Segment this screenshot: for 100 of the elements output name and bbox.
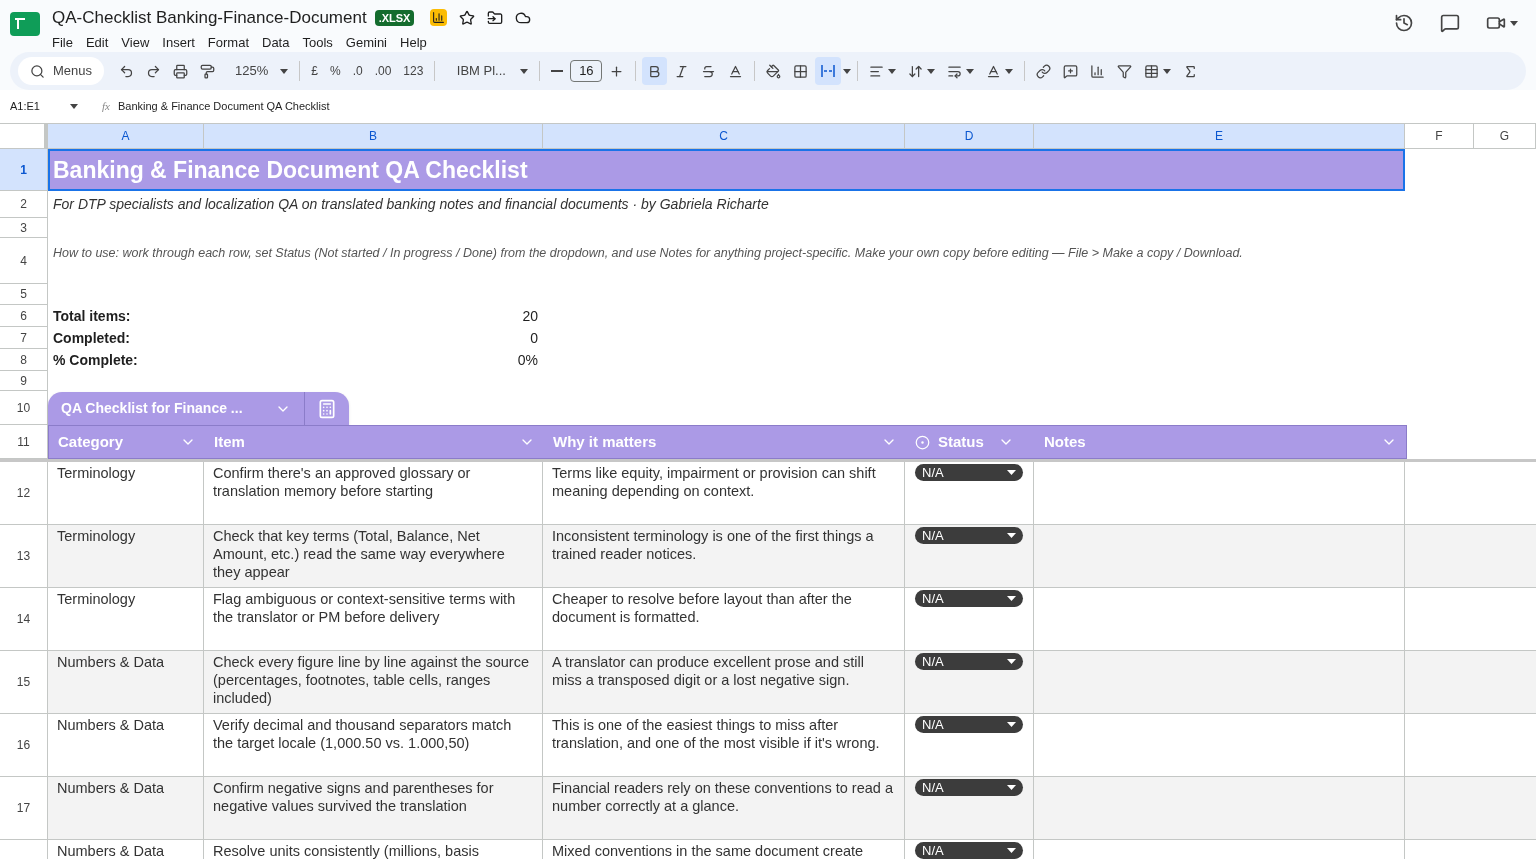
currency-button[interactable]: £ xyxy=(306,57,323,85)
file-format-badge: .XLSX xyxy=(374,9,415,26)
number-format-button[interactable]: 123 xyxy=(398,57,429,85)
paint-bucket-icon xyxy=(766,63,782,79)
cell-reference-field[interactable]: A1:E1 xyxy=(0,98,90,115)
menu-item[interactable]: View xyxy=(121,32,150,52)
table-cell: This is one of the easiest things to miss after translation, and one of the most visible if it's wrong. xyxy=(552,717,880,751)
table-cell: Financial readers rely on these conventions to read a number correctly at a glance. xyxy=(552,780,893,814)
caret-icon xyxy=(1007,785,1016,790)
status-dropdown[interactable]: N/A xyxy=(915,653,1023,670)
document-title[interactable]: QA-Checklist Banking-Finance-Document xyxy=(52,5,367,31)
table-cell: A translator can produce excellent prose and still miss a transposed digit or a lost negative sign. xyxy=(552,654,864,688)
status-dropdown[interactable]: N/A xyxy=(915,527,1023,544)
column-header[interactable]: D xyxy=(905,124,1034,148)
caret-icon xyxy=(70,104,78,109)
caret-icon xyxy=(520,68,529,74)
menu-item[interactable]: Data xyxy=(262,32,290,52)
column-title: Item xyxy=(214,431,245,452)
caret-icon xyxy=(1005,68,1014,74)
row-number[interactable]: 3 xyxy=(0,218,48,238)
menu-item[interactable]: Format xyxy=(207,32,249,52)
menu-item[interactable]: Tools xyxy=(302,32,333,52)
caret-icon xyxy=(966,68,975,74)
summary-label: Completed: xyxy=(53,328,130,348)
decrease-decimal-button[interactable]: .0 xyxy=(347,57,368,85)
minus-icon xyxy=(551,70,564,72)
row-number[interactable]: 4 xyxy=(0,238,48,284)
menu-item[interactable]: Gemini xyxy=(345,32,387,52)
summary-value: 0 xyxy=(530,328,538,348)
menu-item[interactable]: Help xyxy=(400,32,427,52)
increase-decimal-button[interactable]: .00 xyxy=(369,57,397,85)
table-cell: Terminology xyxy=(57,465,136,481)
printer-icon xyxy=(173,63,189,79)
status-dropdown[interactable]: N/A xyxy=(915,464,1023,481)
sheet-title: Banking & Finance Document QA Checklist xyxy=(53,155,528,185)
menus-search-field[interactable]: Menus xyxy=(18,57,105,85)
row-number[interactable]: 1 xyxy=(0,149,48,191)
status-dropdown[interactable]: N/A xyxy=(915,779,1023,796)
text-color-icon xyxy=(728,63,744,79)
column-header[interactable]: C xyxy=(543,124,905,148)
merge-icon xyxy=(820,63,837,79)
column-title: Category xyxy=(58,431,124,452)
status-dropdown[interactable]: N/A xyxy=(915,842,1023,859)
row-number[interactable]: 12 xyxy=(16,484,31,502)
table-cell: Flag ambiguous or context-sensitive terms with the translator or PM before delivery xyxy=(213,591,516,625)
table-cell: Numbers & Data xyxy=(57,654,165,670)
column-title: Notes xyxy=(1044,431,1086,452)
column-header[interactable]: E xyxy=(1034,124,1405,148)
row-number[interactable]: 7 xyxy=(0,327,48,349)
table-cell: Verify decimal and thousand separators match the target locale (1,000.50 vs. 1.000,50) xyxy=(213,717,512,751)
status-dropdown[interactable]: N/A xyxy=(915,590,1023,607)
row-number[interactable]: 6 xyxy=(0,305,48,327)
star-icon[interactable] xyxy=(459,9,476,26)
column-header[interactable]: A xyxy=(48,124,204,148)
table-cell: Confirm there's an approved glossary or translation memory before starting xyxy=(213,465,471,499)
table-cell: Resolve units consistently (millions, basis xyxy=(213,843,479,859)
column-header[interactable]: F xyxy=(1405,124,1474,148)
column-header[interactable]: B xyxy=(204,124,543,148)
undo-icon xyxy=(119,63,135,79)
font-size-field[interactable]: 16 xyxy=(570,60,603,82)
formula-field[interactable]: Banking & Finance Document QA Checklist xyxy=(117,98,330,115)
function-label: fx xyxy=(102,99,110,115)
row-number[interactable]: 17 xyxy=(16,799,31,817)
table-cell: Mixed conventions in the same document create xyxy=(552,843,864,859)
version-history-icon[interactable] xyxy=(1394,13,1414,33)
status-dropdown[interactable]: N/A xyxy=(915,716,1023,733)
row-number[interactable]: 16 xyxy=(16,736,31,754)
summary-label: % Complete: xyxy=(53,350,138,370)
row-number[interactable]: 14 xyxy=(16,610,31,628)
merge-cells-button[interactable] xyxy=(815,57,842,85)
summary-value: 20 xyxy=(522,306,538,326)
redo-icon xyxy=(146,63,162,79)
spreadsheet-logo-icon[interactable] xyxy=(10,12,40,36)
summary-label: Total items: xyxy=(53,306,131,326)
row-number[interactable]: 11 xyxy=(0,425,48,459)
bold-button[interactable] xyxy=(642,57,668,85)
table-cell: Numbers & Data xyxy=(57,717,165,733)
caret-icon xyxy=(927,68,936,74)
menu-item[interactable]: Edit xyxy=(85,32,109,52)
column-title: Status xyxy=(938,431,984,452)
chart-icon xyxy=(1090,63,1106,79)
percent-button[interactable]: % xyxy=(324,57,346,85)
zoom-dropdown[interactable]: 125% xyxy=(222,57,294,85)
caret-icon xyxy=(1007,848,1016,853)
row-number[interactable]: 8 xyxy=(0,349,48,371)
row-number[interactable]: 15 xyxy=(16,673,31,691)
row-number[interactable]: 13 xyxy=(16,547,31,565)
move-folder-icon[interactable] xyxy=(487,9,504,26)
comments-icon[interactable] xyxy=(1440,13,1460,33)
text-wrap-icon xyxy=(947,63,963,79)
row-number[interactable]: 2 xyxy=(0,191,48,218)
row-number[interactable]: 10 xyxy=(0,391,48,425)
menu-item[interactable]: Insert xyxy=(162,32,195,52)
strikethrough-icon xyxy=(701,63,717,79)
column-title: Why it matters xyxy=(553,431,657,452)
font-dropdown[interactable]: IBM Pl... xyxy=(441,57,534,85)
row-number[interactable]: 5 xyxy=(0,284,48,305)
menu-item[interactable]: File xyxy=(52,32,73,52)
row-number[interactable]: 9 xyxy=(0,371,48,391)
column-header[interactable]: G xyxy=(1474,124,1536,148)
